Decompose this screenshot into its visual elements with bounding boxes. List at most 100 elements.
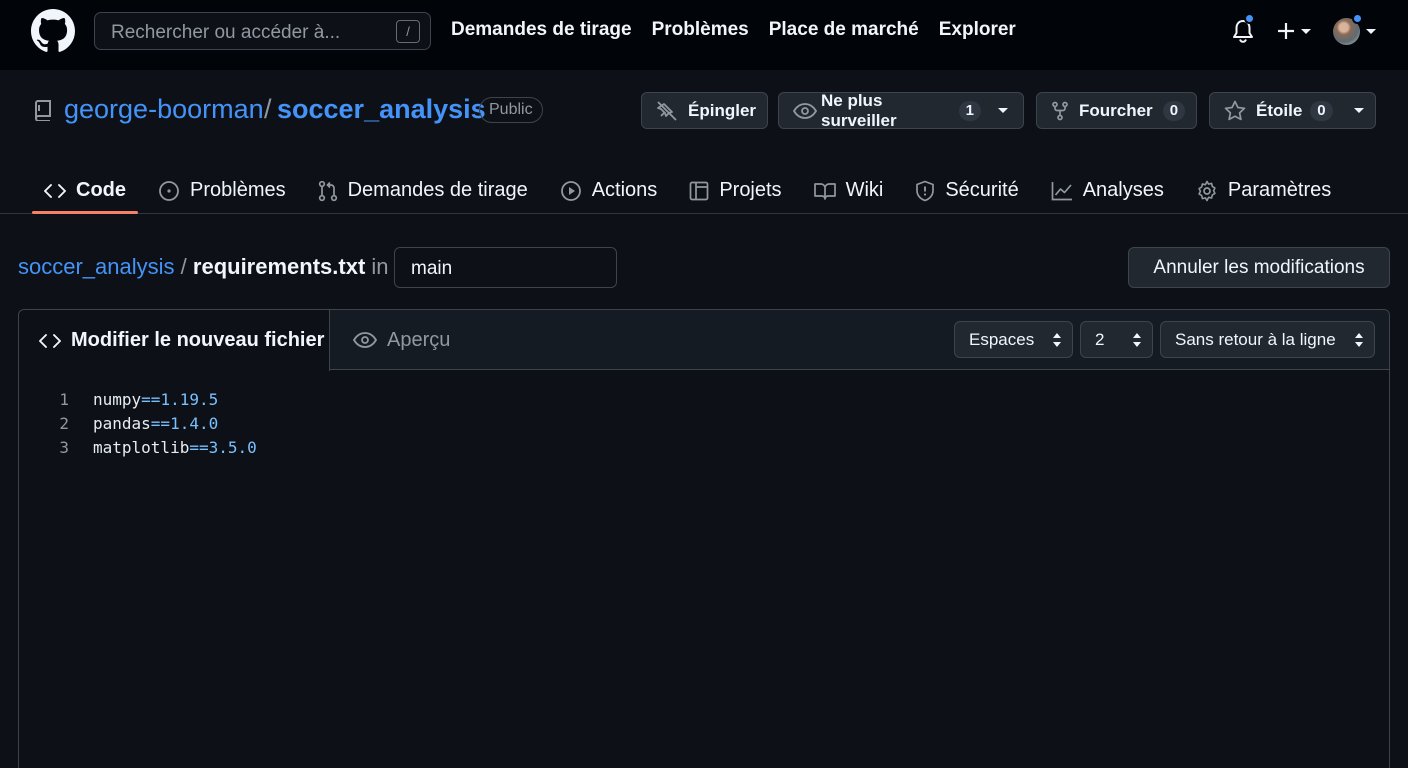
tab-issues-label: Problèmes — [190, 179, 286, 201]
star-icon — [1224, 100, 1246, 121]
tab-projects[interactable]: Projets — [677, 167, 793, 214]
file-editor: Modifier le nouveau fichier Aperçu Espac… — [18, 309, 1390, 768]
wrap-mode-select[interactable]: Sans retour à la ligne — [1160, 321, 1375, 358]
global-nav-issues[interactable]: Problèmes — [652, 19, 749, 41]
watch-count: 1 — [958, 100, 981, 121]
code-area[interactable]: 1 numpy==1.19.5 2 pandas==1.4.0 3 matplo… — [19, 388, 257, 460]
gear-icon — [1196, 180, 1218, 202]
in-label: in — [371, 254, 389, 279]
tab-pull-requests[interactable]: Demandes de tirage — [306, 167, 540, 214]
breadcrumb-separator: / — [180, 254, 187, 279]
issue-icon — [158, 180, 180, 202]
line-content: matplotlib==3.5.0 — [93, 436, 257, 460]
tab-code[interactable]: Code — [32, 167, 138, 214]
unwatch-button[interactable]: Ne plus surveiller 1 — [778, 90, 1024, 130]
tab-security[interactable]: Sécurité — [903, 167, 1030, 214]
global-nav-explore[interactable]: Explorer — [939, 19, 1016, 41]
tab-insights[interactable]: Analyses — [1039, 167, 1176, 214]
pin-button[interactable]: Épingler — [641, 92, 768, 129]
select-arrows-icon — [1052, 332, 1062, 348]
repo-path-separator: / — [264, 94, 272, 124]
wrap-mode-value: Sans retour à la ligne — [1175, 330, 1336, 349]
package-name: pandas — [93, 414, 151, 433]
star-dropdown-caret-icon[interactable] — [1353, 107, 1365, 115]
version-operator: == — [150, 414, 171, 433]
visibility-badge: Public — [479, 97, 543, 123]
version-operator: == — [189, 438, 209, 457]
tab-edit-new-file[interactable]: Modifier le nouveau fichier — [19, 310, 330, 371]
line-number: 2 — [59, 414, 69, 433]
pull-request-icon — [318, 180, 338, 202]
fork-label: Fourcher — [1079, 100, 1153, 120]
fork-icon — [1051, 101, 1069, 121]
breadcrumb-repo-link[interactable]: soccer_analysis — [18, 254, 175, 279]
version-number: 1.19.5 — [160, 390, 219, 409]
code-line: 3 matplotlib==3.5.0 — [19, 436, 257, 460]
tab-insights-label: Analyses — [1082, 179, 1164, 201]
tab-projects-label: Projets — [719, 179, 782, 201]
cancel-changes-button[interactable]: Annuler les modifications — [1128, 247, 1390, 288]
avatar-status-dot — [1352, 13, 1363, 24]
tab-edit-label: Modifier le nouveau fichier — [71, 329, 325, 351]
global-nav-marketplace[interactable]: Place de marché — [769, 19, 919, 41]
select-arrows-icon — [1132, 332, 1142, 348]
eye-icon — [793, 102, 817, 119]
play-icon — [560, 180, 582, 202]
version-number: 1.4.0 — [170, 414, 219, 433]
star-button[interactable]: Étoile 0 — [1209, 92, 1376, 129]
package-name: numpy — [93, 390, 142, 409]
tab-preview-label: Aperçu — [387, 328, 451, 351]
editor-toolbar: Modifier le nouveau fichier Aperçu Espac… — [19, 310, 1389, 371]
unwatch-label: Ne plus surveiller — [821, 90, 897, 130]
notification-dot — [1244, 13, 1255, 24]
repo-owner-link[interactable]: george-boorman — [64, 94, 264, 125]
indent-mode-select[interactable]: Espaces — [954, 321, 1073, 358]
pin-off-icon — [656, 100, 678, 121]
project-icon — [689, 181, 709, 201]
book-icon — [813, 182, 836, 200]
watch-dropdown-caret-icon[interactable] — [997, 107, 1009, 115]
version-number: 3.5.0 — [208, 438, 257, 457]
fork-count: 0 — [1162, 100, 1186, 121]
global-nav: Demandes de tirage Problèmes Place de ma… — [451, 19, 1036, 41]
shield-icon — [915, 180, 935, 202]
fork-button[interactable]: Fourcher 0 — [1036, 92, 1197, 129]
search-placeholder: Rechercher ou accéder à... — [111, 22, 341, 43]
tab-preview[interactable]: Aperçu — [353, 310, 450, 370]
search-input[interactable]: Rechercher ou accéder à... / — [94, 12, 431, 50]
user-menu-caret-icon[interactable] — [1365, 28, 1377, 36]
top-navigation-bar: Rechercher ou accéder à... / Demandes de… — [0, 0, 1408, 70]
filename-label: requirements.txt — [192, 254, 366, 279]
tab-settings-label: Paramètres — [1227, 179, 1332, 201]
tab-issues[interactable]: Problèmes — [146, 167, 298, 214]
graph-icon — [1051, 181, 1073, 201]
tab-actions[interactable]: Actions — [548, 167, 670, 214]
tab-pull-requests-label: Demandes de tirage — [347, 179, 528, 201]
github-logo-icon[interactable] — [31, 9, 75, 53]
indent-size-select[interactable]: 2 — [1080, 321, 1153, 358]
search-shortcut-key: / — [396, 20, 420, 43]
repo-icon — [33, 99, 53, 121]
repo-tabs: Code Problèmes Demandes de tirage Action… — [32, 167, 1351, 214]
repository-header: george-boorman / soccer_analysis Public … — [0, 70, 1408, 214]
create-new-caret-icon[interactable] — [1300, 28, 1312, 36]
tab-wiki[interactable]: Wiki — [802, 167, 896, 214]
tab-wiki-label: Wiki — [845, 179, 884, 201]
code-line: 2 pandas==1.4.0 — [19, 412, 257, 436]
branch-field[interactable]: main — [394, 247, 617, 288]
package-name: matplotlib — [93, 438, 190, 457]
code-line: 1 numpy==1.19.5 — [19, 388, 257, 412]
indent-mode-value: Espaces — [969, 330, 1035, 349]
create-new-plus-icon[interactable] — [1276, 21, 1296, 41]
tab-settings[interactable]: Paramètres — [1184, 167, 1343, 214]
star-count: 0 — [1310, 100, 1333, 121]
pin-label: Épingler — [688, 100, 757, 120]
select-arrows-icon — [1354, 332, 1364, 348]
tab-security-label: Sécurité — [945, 179, 1019, 201]
repo-name-link[interactable]: soccer_analysis — [277, 94, 486, 125]
code-icon — [44, 183, 66, 199]
line-number: 1 — [59, 390, 69, 409]
line-content: pandas==1.4.0 — [93, 412, 218, 436]
tab-actions-label: Actions — [591, 179, 658, 201]
global-nav-pull-requests[interactable]: Demandes de tirage — [451, 19, 632, 41]
